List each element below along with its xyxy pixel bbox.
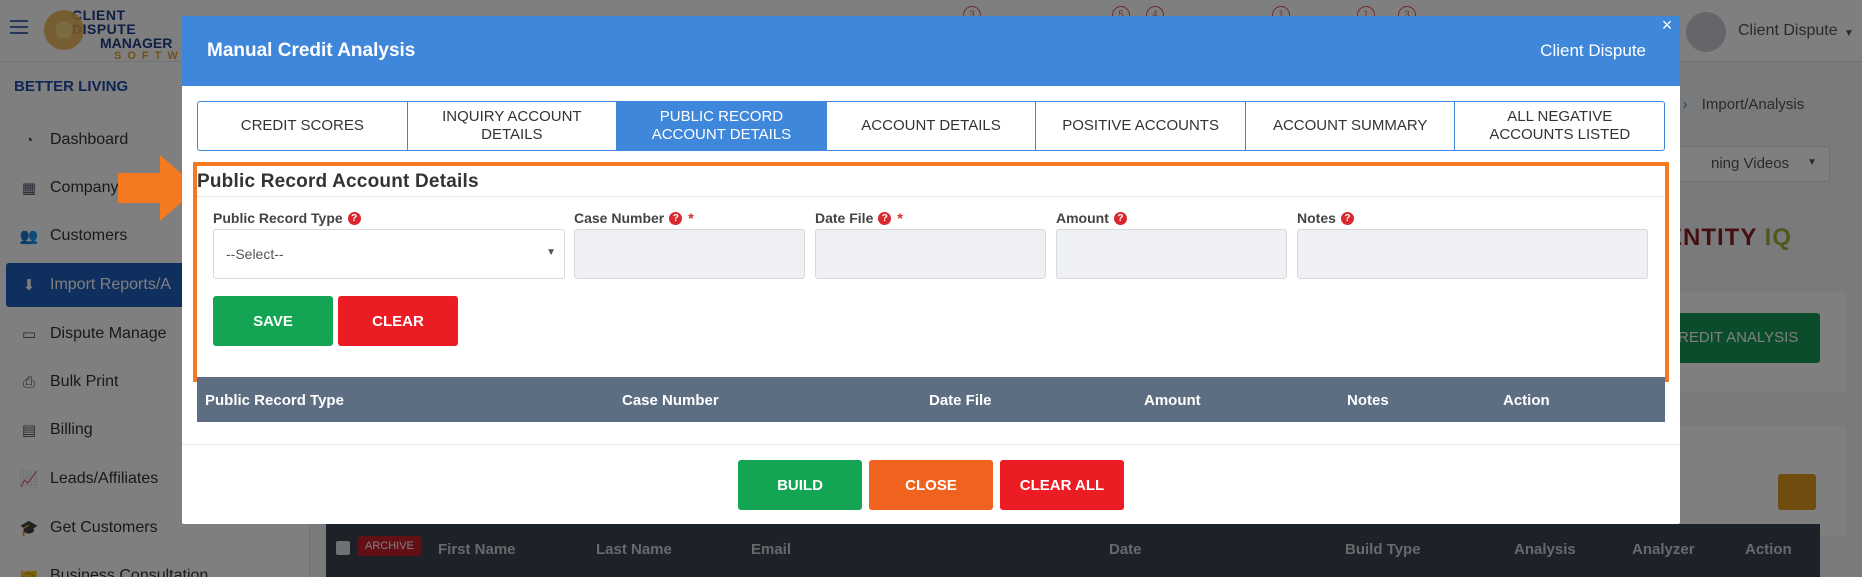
close-button[interactable]: CLOSE (869, 460, 993, 510)
column-header: Amount (1144, 392, 1201, 409)
help-icon[interactable]: ? (1113, 211, 1127, 225)
notes-label: Notes ? (1297, 210, 1354, 226)
build-button[interactable]: BUILD (738, 460, 862, 510)
dropdown-arrow-icon: ▼ (546, 247, 556, 258)
select-value: --Select-- (226, 246, 284, 262)
field-label-text: Notes (1297, 210, 1336, 226)
public-record-form-highlight: Public Record Account Details Public Rec… (193, 162, 1669, 382)
clear-all-button[interactable]: CLEAR ALL (1000, 460, 1124, 510)
help-icon[interactable]: ? (347, 211, 361, 225)
analysis-tabs: CREDIT SCORES INQUIRY ACCOUNT DETAILS PU… (197, 101, 1665, 151)
required-marker: * (897, 210, 903, 226)
column-header: Date File (929, 392, 992, 409)
save-button[interactable]: SAVE (213, 296, 333, 346)
required-marker: * (688, 210, 694, 226)
field-label-text: Amount (1056, 210, 1109, 226)
notes-input[interactable] (1297, 229, 1648, 279)
tab-account-details[interactable]: ACCOUNT DETAILS (827, 102, 1037, 150)
field-label-text: Public Record Type (213, 210, 343, 226)
tab-positive-accounts[interactable]: POSITIVE ACCOUNTS (1036, 102, 1246, 150)
date-file-label: Date File ? * (815, 210, 903, 226)
date-file-input[interactable] (815, 229, 1046, 279)
public-record-type-label: Public Record Type ? (213, 210, 361, 226)
column-header: Case Number (622, 392, 719, 409)
amount-label: Amount ? (1056, 210, 1127, 226)
public-record-type-select[interactable]: --Select-- ▼ (213, 229, 565, 279)
public-record-table-header: Public Record Type Case Number Date File… (197, 377, 1665, 422)
field-label-text: Date File (815, 210, 874, 226)
divider (182, 444, 1680, 445)
form-title: Public Record Account Details (197, 171, 479, 192)
divider (197, 196, 1665, 197)
help-icon[interactable]: ? (669, 211, 683, 225)
help-icon[interactable]: ? (878, 211, 892, 225)
modal-client-name: Client Dispute (1540, 41, 1646, 60)
tab-credit-scores[interactable]: CREDIT SCORES (198, 102, 408, 150)
manual-credit-analysis-modal: Manual Credit Analysis Client Dispute × … (182, 14, 1680, 524)
amount-input[interactable] (1056, 229, 1287, 279)
case-number-input[interactable] (574, 229, 805, 279)
case-number-label: Case Number ? * (574, 210, 694, 226)
column-header: Action (1503, 392, 1550, 409)
clear-button[interactable]: CLEAR (338, 296, 458, 346)
modal-header: Manual Credit Analysis Client Dispute × (182, 14, 1680, 86)
tab-account-summary[interactable]: ACCOUNT SUMMARY (1246, 102, 1456, 150)
column-header: Notes (1347, 392, 1389, 409)
field-label-text: Case Number (574, 210, 665, 226)
tab-inquiry-account-details[interactable]: INQUIRY ACCOUNT DETAILS (408, 102, 618, 150)
tab-public-record-account-details[interactable]: PUBLIC RECORD ACCOUNT DETAILS (617, 102, 827, 150)
close-icon[interactable]: × (1656, 14, 1678, 36)
modal-title: Manual Credit Analysis (207, 40, 416, 61)
column-header: Public Record Type (205, 392, 344, 409)
help-icon[interactable]: ? (1340, 211, 1354, 225)
tab-all-negative-accounts-listed[interactable]: ALL NEGATIVE ACCOUNTS LISTED (1455, 102, 1664, 150)
